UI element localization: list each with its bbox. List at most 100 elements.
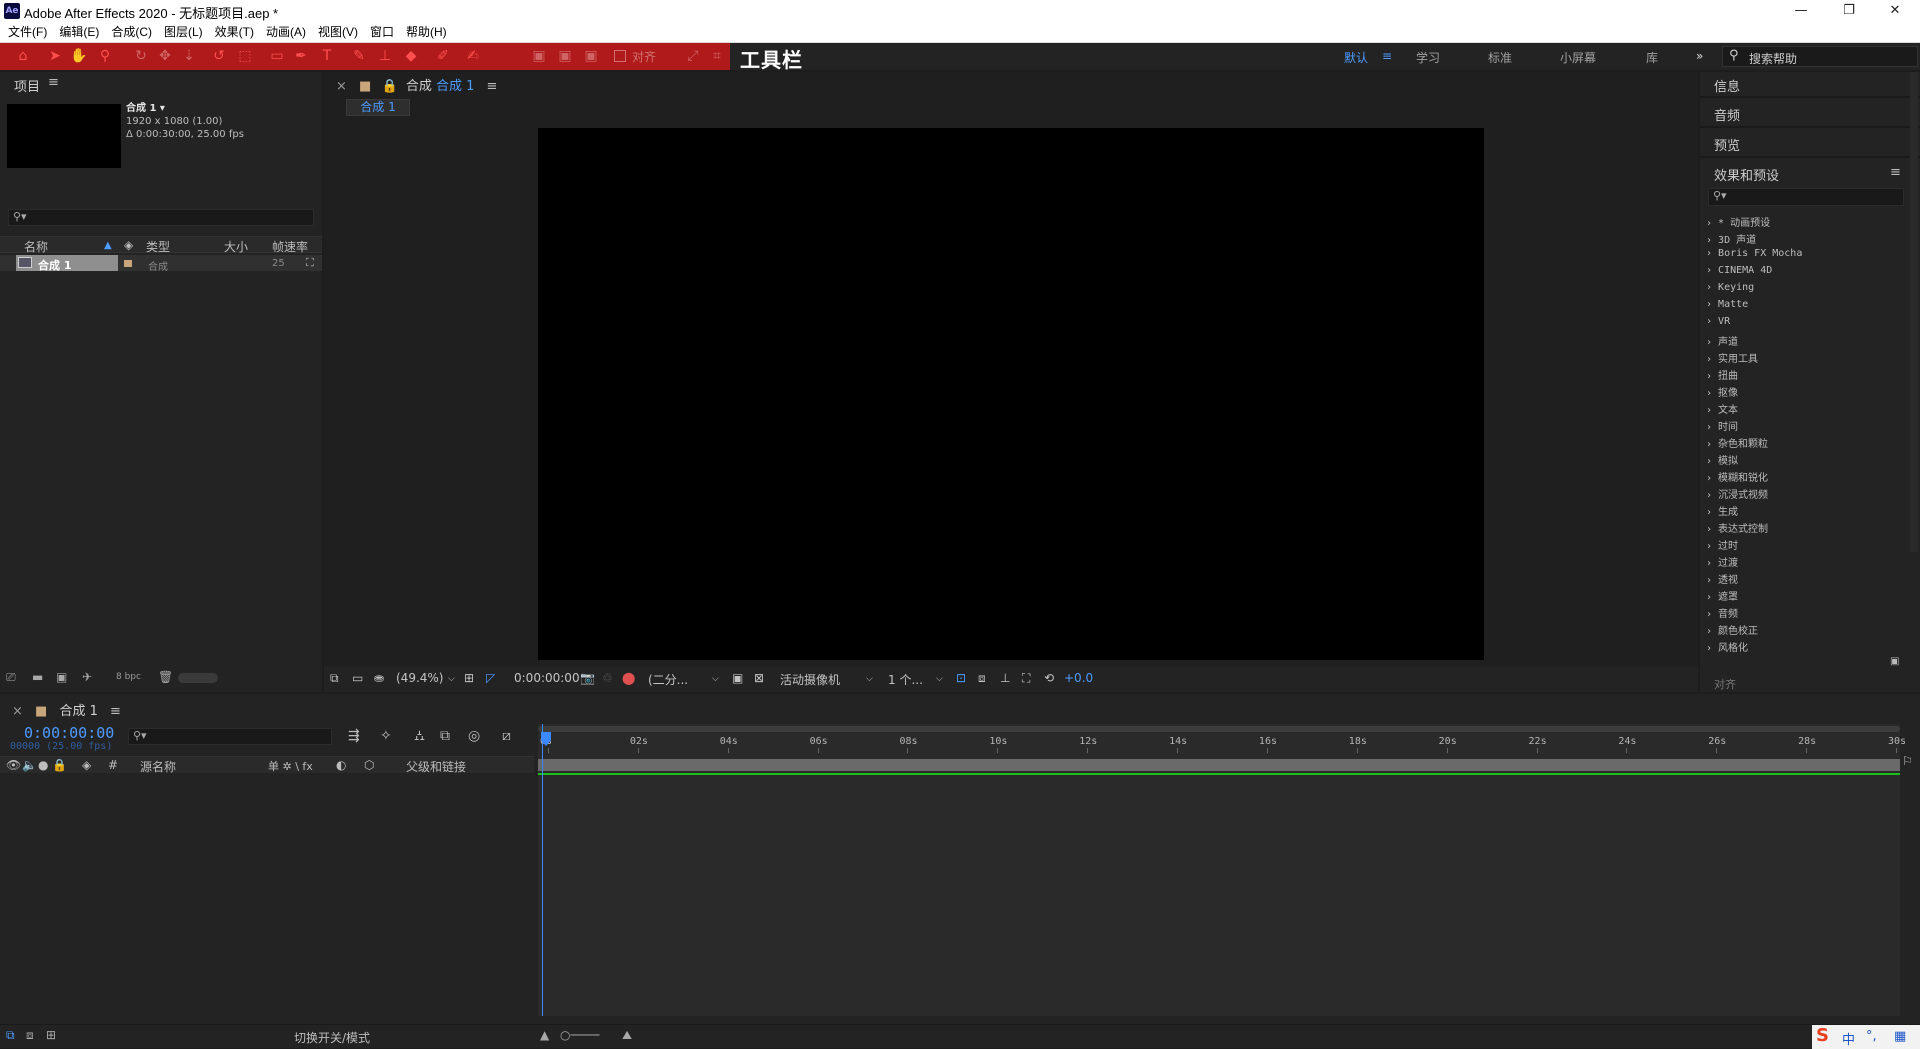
layer-area[interactable] <box>0 774 534 1016</box>
chevron-right-icon[interactable]: › <box>1706 299 1718 310</box>
draft-3d-icon[interactable]: ✧ <box>380 728 392 744</box>
workspace-default[interactable]: 默认 <box>1344 49 1368 66</box>
chevron-right-icon[interactable]: › <box>1706 541 1718 552</box>
comp-breadcrumb[interactable]: 合成 1 <box>346 99 410 116</box>
align-panel-tab[interactable]: 对齐 <box>1714 676 1736 692</box>
axis-view-icon[interactable]: ▣ <box>582 47 600 65</box>
chevron-right-icon[interactable]: › <box>1706 626 1718 637</box>
lock-icon[interactable]: 🔒 <box>381 79 397 94</box>
effects-category[interactable]: › 抠像 <box>1706 384 1738 399</box>
chevron-right-icon[interactable]: › <box>1706 575 1718 586</box>
interpret-footage-icon[interactable]: ⎚ <box>6 670 16 685</box>
eye-icon[interactable]: 👁 <box>6 758 21 772</box>
col-parent[interactable]: 父级和链接 <box>406 758 466 775</box>
effects-category[interactable]: › VR <box>1706 316 1730 327</box>
camera-tool-icon[interactable]: ✥ <box>156 47 174 65</box>
panel-menu-icon[interactable]: ≡ <box>487 79 498 94</box>
align-checkbox[interactable] <box>614 50 626 62</box>
chevron-right-icon[interactable]: › <box>1706 507 1718 518</box>
chevron-right-icon[interactable]: › <box>1706 524 1718 535</box>
thumbnail-size-slider[interactable] <box>178 673 218 683</box>
chevron-right-icon[interactable]: › <box>1706 558 1718 569</box>
chevron-right-icon[interactable]: › <box>1706 422 1718 433</box>
region-of-interest-icon[interactable]: ▣ <box>732 671 743 685</box>
toggle-switches-modes[interactable]: 切换开关/模式 <box>294 1029 370 1046</box>
render-queue-icon[interactable]: ✈ <box>82 670 92 684</box>
minimize-button[interactable]: — <box>1778 0 1824 22</box>
bit-depth[interactable]: 8 bpc <box>116 672 141 682</box>
effects-category[interactable]: › 过时 <box>1706 537 1738 552</box>
effects-category[interactable]: › 3D 声道 <box>1706 231 1756 246</box>
effects-category[interactable]: › 音频 <box>1706 605 1738 620</box>
workspace-menu-icon[interactable]: ≡ <box>1382 49 1392 63</box>
effects-category[interactable]: › 文本 <box>1706 401 1738 416</box>
comp-canvas[interactable] <box>538 128 1484 660</box>
snap-icon[interactable]: ⤢ <box>684 47 702 65</box>
menu-view[interactable]: 视图(V) <box>312 22 364 43</box>
zoom-slider[interactable]: ○──── <box>560 1028 599 1042</box>
chevron-right-icon[interactable]: › <box>1706 316 1718 327</box>
snap-options-icon[interactable]: ⌗ <box>708 47 726 65</box>
panel-menu-icon[interactable]: ≡ <box>48 75 59 90</box>
3d-layer-icon[interactable]: ⬡ <box>364 758 374 772</box>
ime-indicator[interactable]: S 中 °, ▦ <box>1812 1025 1920 1049</box>
project-search-input[interactable]: ⚲▾ <box>8 209 314 226</box>
solo-icon[interactable]: ● <box>38 758 48 772</box>
sort-asc-icon[interactable]: ▲ <box>104 240 112 251</box>
zoom-in-icon[interactable]: ⛰ <box>622 1028 632 1043</box>
workspace-learn[interactable]: 学习 <box>1416 49 1440 66</box>
menu-file[interactable]: 文件(F) <box>2 22 53 43</box>
transparency-grid-icon[interactable]: ⊠ <box>754 671 764 685</box>
shy-layers-icon[interactable]: ⛼ <box>414 728 425 746</box>
rectangle-tool-icon[interactable]: ▭ <box>268 47 286 65</box>
viewer-timecode[interactable]: 0:00:00:00 <box>514 671 580 685</box>
col-source-name[interactable]: 源名称 <box>140 758 176 775</box>
chevron-right-icon[interactable]: › <box>1706 405 1718 416</box>
project-tab[interactable]: 项目 <box>14 76 40 95</box>
effects-category[interactable]: › 模拟 <box>1706 452 1738 467</box>
effects-category[interactable]: › 遮罩 <box>1706 588 1738 603</box>
audio-icon[interactable]: 🔈 <box>22 758 37 772</box>
time-navigator[interactable] <box>538 726 1900 732</box>
close-button[interactable]: ✕ <box>1872 0 1918 22</box>
effects-category[interactable]: › 时间 <box>1706 418 1738 433</box>
axis-world-icon[interactable]: ▣ <box>556 47 574 65</box>
timeline-tab[interactable]: × ■ 合成 1 ≡ <box>12 700 121 719</box>
flowchart-icon[interactable]: ⛶ <box>1022 671 1030 686</box>
chevron-down-icon[interactable]: ⌵ <box>712 674 719 684</box>
effects-category[interactable]: › Keying <box>1706 282 1754 293</box>
transfer-controls-icon[interactable]: ⧈ <box>26 1028 34 1043</box>
effects-category[interactable]: › 透视 <box>1706 571 1738 586</box>
col-framerate[interactable]: 帧速率 <box>272 238 308 255</box>
trash-icon[interactable]: 🗑 <box>158 670 173 684</box>
close-tab-icon[interactable]: × <box>336 79 347 94</box>
label-color-swatch[interactable] <box>124 260 132 267</box>
lock-icon[interactable]: 🔒 <box>52 758 67 772</box>
monitor-icon[interactable]: ▭ <box>352 671 363 685</box>
chevron-down-icon[interactable]: ⌵ <box>936 674 943 684</box>
effects-search-input[interactable]: ⚲▾ <box>1708 188 1904 206</box>
menu-edit[interactable]: 编辑(E) <box>53 22 105 43</box>
ime-menu-icon[interactable]: ▦ <box>1894 1029 1906 1044</box>
comp-flowchart-icon[interactable]: ⇶ <box>348 728 360 744</box>
project-item-row[interactable]: 合成 1 合成 25 ⛶ <box>0 255 322 273</box>
effects-category[interactable]: › Matte <box>1706 299 1748 310</box>
chevron-right-icon[interactable]: › <box>1706 235 1718 246</box>
zoom-dropdown[interactable]: (49.4%) <box>396 671 443 685</box>
ime-punctuation[interactable]: °, <box>1866 1029 1877 1044</box>
menu-effect[interactable]: 效果(T) <box>209 22 260 43</box>
effects-category[interactable]: › 模糊和锐化 <box>1706 469 1768 484</box>
views-dropdown[interactable]: 1 个... <box>888 671 923 688</box>
chevron-right-icon[interactable]: › <box>1706 609 1718 620</box>
resolution-dropdown[interactable]: (二分... <box>648 671 688 688</box>
effects-category[interactable]: › 沉浸式视频 <box>1706 486 1768 501</box>
timeline-icon[interactable]: ⊥ <box>1000 671 1010 685</box>
brush-tool-icon[interactable]: ✎ <box>350 47 368 65</box>
adjustment-layer-icon[interactable]: ◐ <box>336 758 346 772</box>
chevron-right-icon[interactable]: › <box>1706 388 1718 399</box>
panel-menu-icon[interactable]: ≡ <box>110 704 121 719</box>
anchor-tool-icon[interactable]: ⬚ <box>236 47 254 65</box>
new-folder-icon[interactable]: ▬ <box>32 670 43 684</box>
workspace-libraries[interactable]: 库 <box>1646 49 1658 66</box>
chevron-down-icon[interactable]: ⌵ <box>448 674 455 684</box>
